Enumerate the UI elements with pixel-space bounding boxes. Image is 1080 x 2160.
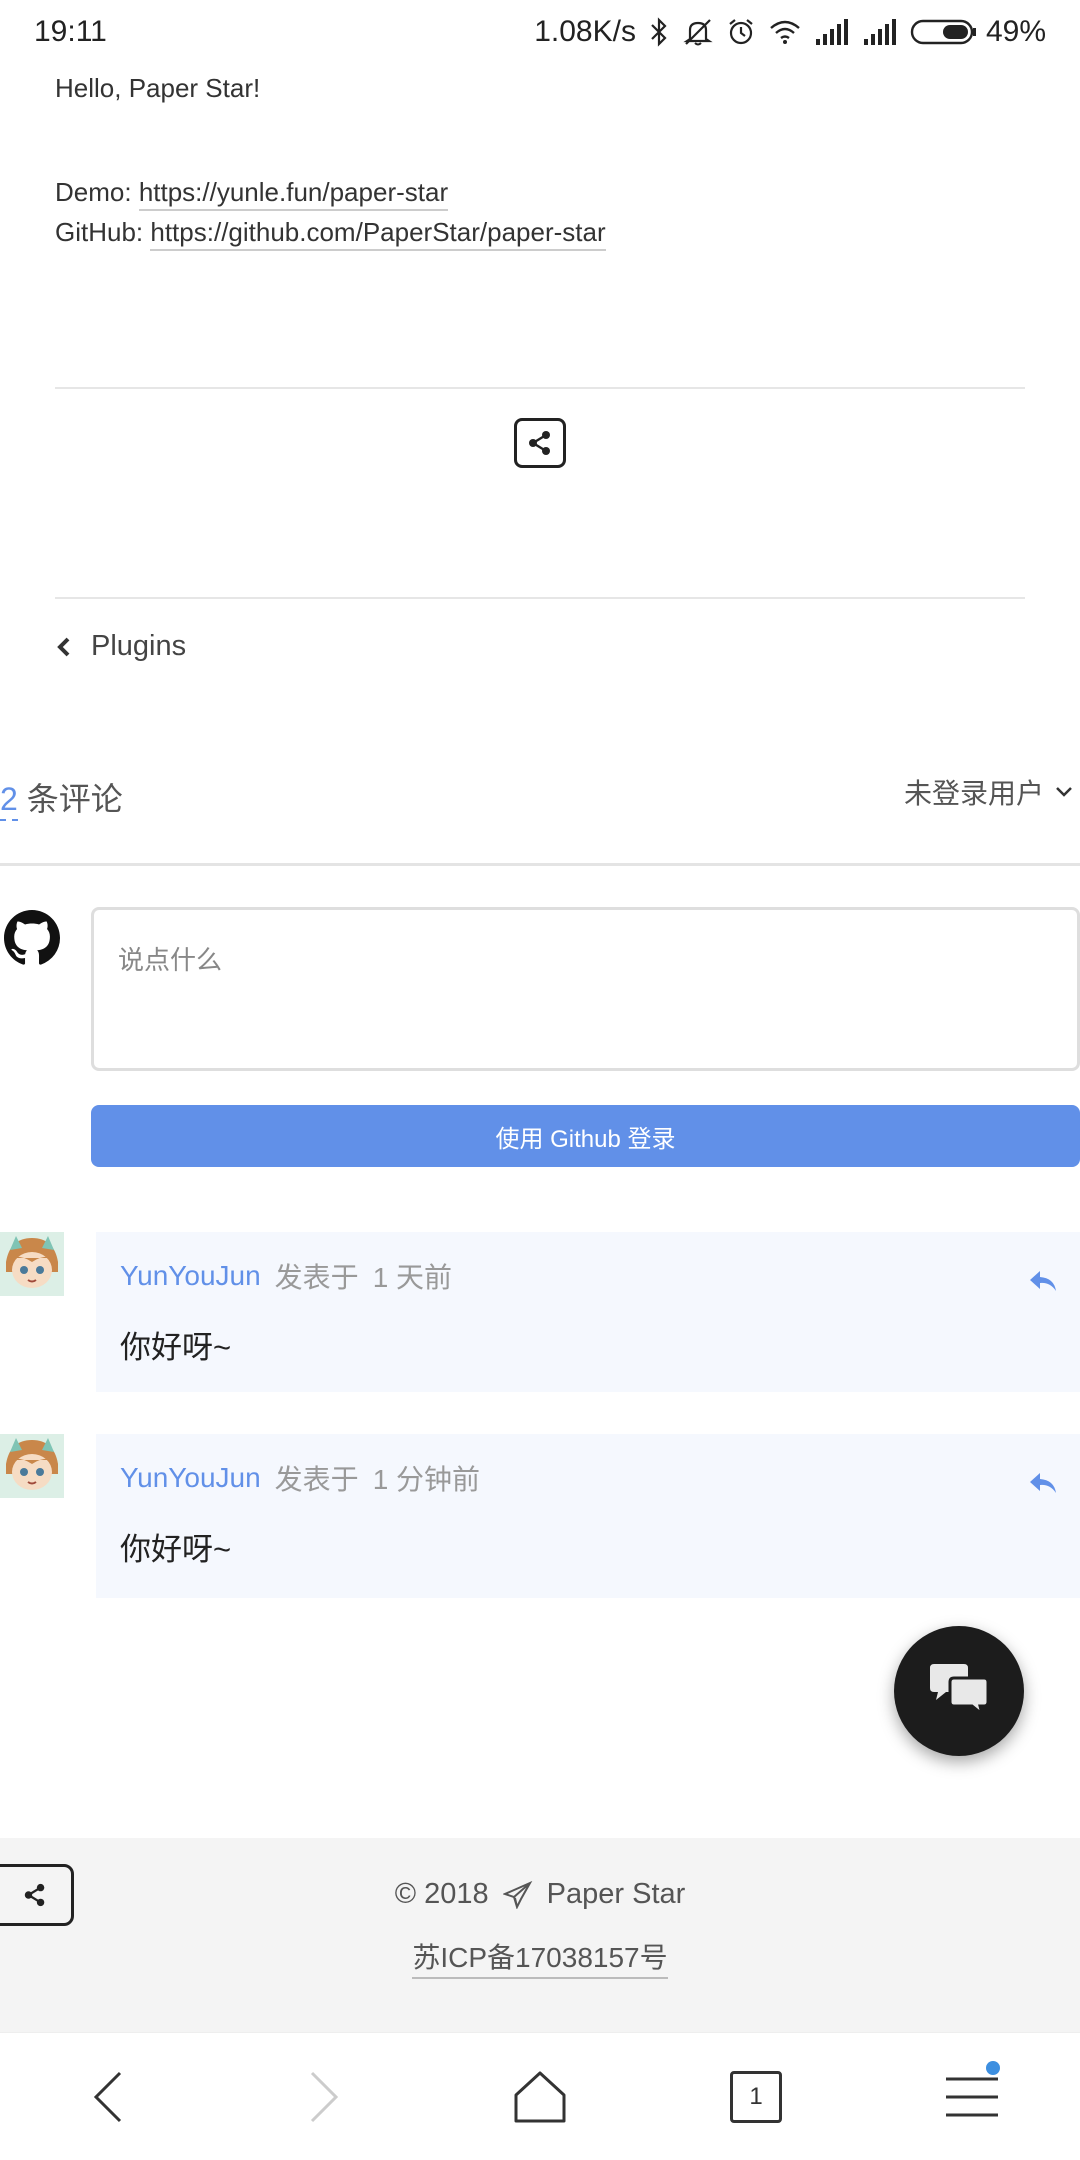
user-menu-label: 未登录用户 — [903, 778, 1044, 809]
battery-icon — [910, 19, 976, 45]
comment-count: 2 条评论 — [0, 774, 123, 821]
demo-link[interactable]: https://yunle.fun/paper-star — [138, 177, 449, 211]
comment-count-number[interactable]: 2 — [0, 781, 18, 821]
comment-meta: YunYouJun 发表于 1 天前 — [120, 1256, 1056, 1296]
github-label: GitHub: — [55, 217, 151, 247]
demo-line: Demo: https://yunle.fun/paper-star — [55, 172, 1025, 212]
back-button[interactable] — [58, 2047, 158, 2147]
github-line: GitHub: https://github.com/PaperStar/pap… — [55, 212, 1025, 252]
divider — [55, 597, 1025, 599]
reply-icon[interactable] — [1028, 1268, 1058, 1294]
tabs-button[interactable]: 1 — [706, 2047, 806, 2147]
avatar-image — [0, 1434, 64, 1498]
battery-percent: 49% — [985, 15, 1046, 48]
chat-icon — [930, 1664, 990, 1718]
browser-nav-bar: 1 — [0, 2032, 1080, 2160]
paper-plane-icon — [502, 1880, 532, 1909]
article-body: Hello, Paper Star! Demo: https://yunle.f… — [55, 64, 1025, 252]
notification-dot — [986, 2060, 1000, 2075]
home-button[interactable] — [490, 2047, 590, 2147]
comment-time: 1 分钟前 — [372, 1464, 481, 1495]
comment-author[interactable]: YunYouJun — [120, 1462, 261, 1494]
status-time: 19:11 — [34, 15, 107, 48]
comment-card: YunYouJun 发表于 1 天前 你好呀~ — [96, 1232, 1080, 1392]
forward-icon — [310, 2071, 339, 2122]
github-link[interactable]: https://github.com/PaperStar/paper-star — [150, 217, 606, 251]
back-icon — [93, 2071, 122, 2122]
user-menu[interactable]: 未登录用户 — [904, 772, 1074, 812]
wifi-icon — [770, 20, 800, 44]
chevron-down-icon — [1056, 787, 1072, 797]
footer-copyright-line: © 2018 Paper Star — [0, 1878, 1080, 1911]
article-greeting: Hello, Paper Star! — [55, 73, 261, 103]
forward-button[interactable] — [274, 2047, 374, 2147]
share-icon — [529, 431, 550, 455]
chevron-left-icon — [57, 637, 70, 656]
comment-input[interactable] — [91, 907, 1080, 1071]
signal-icon — [815, 19, 848, 45]
site-name[interactable]: Paper Star — [547, 1878, 686, 1911]
comment-card: YunYouJun 发表于 1 分钟前 你好呀~ — [96, 1434, 1080, 1598]
comment-time: 1 天前 — [372, 1262, 453, 1293]
github-login-button[interactable]: 使用 Github 登录 — [91, 1105, 1080, 1167]
bluetooth-icon — [651, 17, 667, 47]
comment-meta: YunYouJun 发表于 1 分钟前 — [120, 1458, 1056, 1498]
status-bar: 19:11 1.08K/s 49% — [0, 0, 1080, 64]
tab-count: 1 — [730, 2070, 782, 2123]
avatar-image — [0, 1232, 64, 1296]
battery-indicator: 49% — [910, 15, 1046, 49]
network-speed: 1.08K/s — [534, 15, 636, 48]
status-icons: 1.08K/s 49% — [534, 15, 1046, 49]
prev-post-label: Plugins — [91, 630, 187, 662]
menu-button[interactable] — [922, 2047, 1022, 2147]
comment-count-label: 条评论 — [17, 781, 123, 817]
home-icon — [514, 2071, 566, 2122]
chat-button[interactable] — [894, 1626, 1024, 1756]
avatar[interactable] — [0, 1232, 64, 1296]
github-icon — [4, 910, 60, 965]
prev-post-link[interactable]: Plugins — [55, 630, 186, 663]
copyright-text: © 2018 — [394, 1878, 489, 1910]
comment-published-label: 发表于 — [274, 1262, 359, 1293]
icp-line: 苏ICP备17038157号 — [0, 1936, 1080, 1979]
menu-icon — [946, 2077, 998, 2116]
divider — [55, 387, 1025, 389]
demo-label: Demo: — [55, 177, 139, 207]
footer: © 2018 Paper Star 苏ICP备17038157号 — [0, 1838, 1080, 2032]
icp-link[interactable]: 苏ICP备17038157号 — [412, 1942, 668, 1979]
avatar[interactable] — [0, 1434, 64, 1498]
comment-body: 你好呀~ — [120, 1532, 232, 1567]
mute-icon — [683, 19, 713, 46]
comments-header: 2 条评论 未登录用户 — [0, 770, 1080, 866]
comment-author[interactable]: YunYouJun — [120, 1260, 261, 1292]
alarm-icon — [729, 19, 753, 45]
comment-published-label: 发表于 — [274, 1464, 359, 1495]
share-button[interactable] — [514, 418, 566, 468]
reply-icon[interactable] — [1028, 1470, 1058, 1496]
signal-icon — [863, 19, 896, 45]
comment-body: 你好呀~ — [120, 1330, 232, 1365]
